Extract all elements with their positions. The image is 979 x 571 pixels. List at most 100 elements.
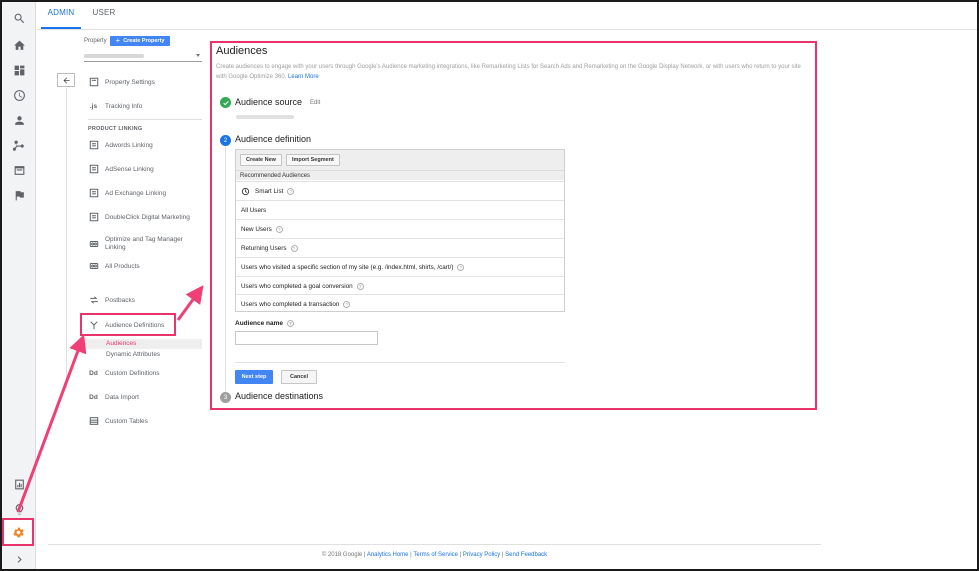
sub-item-active-bg [84, 339, 202, 349]
smart-list-refresh-icon [241, 187, 250, 195]
list-item-smart-list[interactable]: Smart List ? [236, 181, 564, 200]
link-box-icon [88, 164, 99, 175]
page-description: Create audiences to engage with your use… [216, 63, 812, 82]
help-icon[interactable]: ? [287, 187, 295, 195]
nav-label: Data Import [105, 393, 139, 401]
nav-label: All Products [105, 262, 140, 270]
audience-name-label: Audience name [235, 320, 284, 327]
create-property-label: Create Property [123, 38, 165, 44]
list-item-label: All Users [241, 206, 267, 214]
create-new-button[interactable]: Create New [240, 154, 282, 166]
step-connector [225, 147, 226, 392]
nav-data-import[interactable]: Dd Data Import [88, 390, 139, 404]
nav-adwords-linking[interactable]: Adwords Linking [88, 138, 153, 152]
admin-gear-button[interactable] [2, 518, 34, 546]
back-button[interactable] [57, 73, 75, 87]
link-box-icon [88, 140, 99, 151]
nav-label: Optimize and Tag Manager [105, 236, 183, 243]
nav-label: Audience Definitions [105, 321, 165, 329]
footer-feedback-link[interactable]: Send Feedback [505, 552, 547, 558]
tab-user[interactable]: USER [87, 2, 121, 29]
gear-icon [12, 527, 24, 537]
list-item-all-users[interactable]: All Users [236, 200, 564, 219]
sub-item-dynamic-attributes[interactable]: Dynamic Attributes [106, 351, 160, 358]
chain-link-icon [88, 239, 99, 250]
nav-label-wrap: Optimize and Tag Manager Linking [105, 236, 183, 252]
nav-label: Custom Definitions [105, 369, 160, 377]
next-step-button[interactable]: Next step [235, 370, 273, 384]
nav-doubleclick[interactable]: DoubleClick Digital Marketing [88, 210, 190, 224]
arrow-back-icon [63, 77, 69, 83]
help-icon[interactable]: ? [275, 225, 283, 233]
footer-terms-link[interactable]: Terms of Service [413, 552, 458, 558]
help-icon[interactable]: ? [356, 282, 364, 290]
property-select[interactable] [84, 52, 202, 62]
home-icon[interactable] [2, 33, 36, 57]
list-item-label: New Users [241, 225, 272, 233]
learn-more-link[interactable]: Learn More [288, 74, 319, 80]
nav-label: Property Settings [105, 78, 155, 86]
nav-property-settings[interactable]: Property Settings [88, 75, 155, 89]
nav-tracking-info[interactable]: .js Tracking Info [88, 99, 142, 113]
list-item-label: Returning Users [241, 244, 287, 252]
footer-privacy-link[interactable]: Privacy Policy [463, 552, 500, 558]
conversions-flag-icon[interactable] [2, 183, 36, 207]
nav-label: DoubleClick Digital Marketing [105, 213, 190, 221]
list-item-label: Users who visited a specific section of … [241, 263, 454, 271]
realtime-clock-icon[interactable] [2, 83, 36, 107]
help-icon[interactable]: ? [287, 320, 295, 327]
list-item-transaction[interactable]: Users who completed a transaction ? [236, 294, 564, 313]
js-icon: .js [89, 102, 98, 110]
nav-label: Adwords Linking [105, 141, 153, 149]
nav-divider [66, 88, 67, 388]
audiences-panel: Audiences Create audiences to engage wit… [210, 41, 817, 410]
property-name-redacted [84, 54, 144, 58]
plus-icon: + [115, 36, 121, 45]
behavior-icon[interactable] [2, 158, 36, 182]
list-item-returning-users[interactable]: Returning Users ? [236, 238, 564, 257]
nav-label: Postbacks [105, 296, 135, 304]
audience-name-input[interactable] [235, 331, 378, 345]
nav-all-products[interactable]: All Products [88, 259, 140, 273]
nav-custom-definitions[interactable]: Dd Custom Definitions [88, 366, 160, 380]
edit-source-link[interactable]: Edit [310, 100, 320, 106]
nav-label: Ad Exchange Linking [105, 189, 167, 197]
customization-icon[interactable] [2, 58, 36, 82]
list-item-label: Users who completed a goal conversion [241, 282, 353, 290]
expand-chevron-icon[interactable] [2, 547, 36, 571]
list-item-visited-section[interactable]: Users who visited a specific section of … [236, 257, 564, 276]
attribution-icon[interactable] [2, 472, 36, 496]
acquisition-icon[interactable] [2, 133, 36, 157]
help-icon[interactable]: ? [290, 244, 298, 252]
property-label: Property [84, 38, 107, 44]
section-divider [88, 119, 202, 120]
step-audience-definition-title: Audience definition [235, 134, 312, 144]
list-item-new-users[interactable]: New Users ? [236, 219, 564, 238]
nav-ad-exchange-linking[interactable]: Ad Exchange Linking [88, 186, 166, 200]
audience-person-icon[interactable] [2, 108, 36, 132]
nav-custom-tables[interactable]: Custom Tables [88, 414, 148, 428]
footer-analytics-home-link[interactable]: Analytics Home [367, 552, 409, 558]
left-rail [2, 2, 36, 569]
create-property-button[interactable]: + Create Property [110, 36, 170, 46]
nav-label: AdSense Linking [105, 165, 154, 173]
nav-label: Tracking Info [105, 102, 143, 110]
dd-icon: Dd [89, 393, 98, 401]
table-icon [88, 416, 99, 427]
link-box-icon [88, 188, 99, 199]
list-item-goal-conversion[interactable]: Users who completed a goal conversion ? [236, 276, 564, 295]
help-icon[interactable]: ? [343, 300, 351, 308]
nav-audience-definitions[interactable]: Audience Definitions [88, 318, 164, 332]
cancel-button[interactable]: Cancel [281, 370, 317, 384]
help-icon[interactable]: ? [457, 263, 465, 271]
step-complete-check-icon [220, 97, 231, 108]
nav-postbacks[interactable]: Postbacks [88, 293, 135, 307]
nav-optimize-tag-manager[interactable]: Optimize and Tag Manager Linking [88, 235, 183, 253]
tab-admin[interactable]: ADMIN [41, 2, 81, 29]
nav-adsense-linking[interactable]: AdSense Linking [88, 162, 154, 176]
search-icon[interactable] [2, 6, 36, 30]
postback-arrow-icon [88, 295, 99, 306]
sub-item-audiences[interactable]: Audiences [106, 340, 136, 347]
step-audience-source-title: Audience source [235, 97, 303, 107]
import-segment-button[interactable]: Import Segment [286, 154, 340, 166]
